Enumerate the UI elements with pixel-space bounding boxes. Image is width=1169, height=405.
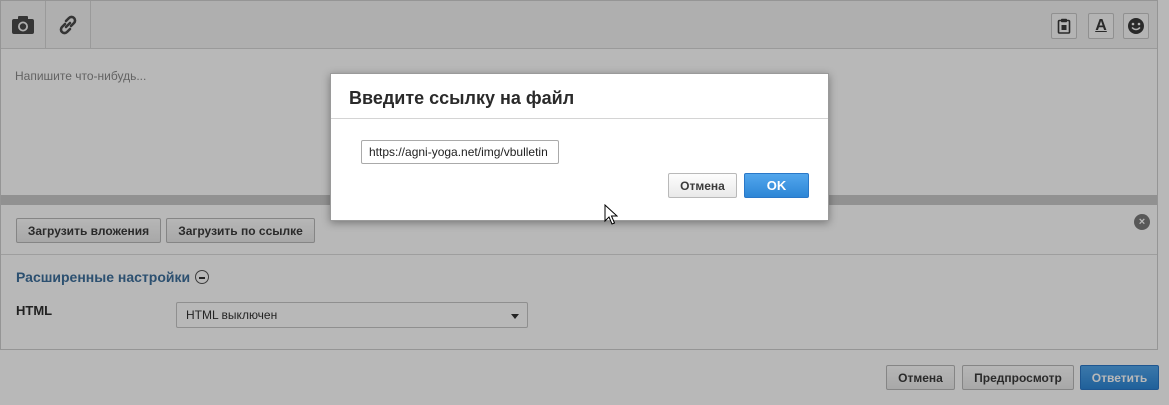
dialog-ok-button[interactable]: OK [744, 173, 809, 198]
dialog-divider [331, 118, 828, 119]
dialog-cancel-button[interactable]: Отмена [668, 173, 737, 198]
file-url-input[interactable] [361, 140, 559, 164]
dialog-title: Введите ссылку на файл [349, 88, 575, 108]
mouse-cursor-icon [604, 204, 618, 225]
insert-link-dialog: Введите ссылку на файл Отмена OK [330, 73, 829, 221]
